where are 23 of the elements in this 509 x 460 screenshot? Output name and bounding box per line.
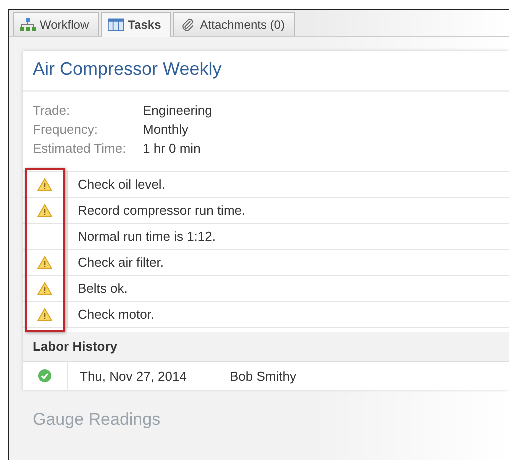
- task-text: Check oil level.: [77, 177, 166, 192]
- task-text: Belts ok.: [77, 281, 128, 296]
- detail-label: Trade:: [33, 102, 72, 120]
- detail-label: Frequency:: [33, 121, 100, 139]
- section-header: Labor History: [23, 332, 509, 362]
- task-text: Check air filter.: [77, 255, 164, 270]
- labor-name: Bob Smithy: [230, 368, 296, 384]
- detail-label: Estimated Time:: [33, 140, 128, 158]
- tab[interactable]: Workflow: [13, 12, 100, 36]
- detail-value: Monthly: [143, 121, 189, 139]
- section-header: Gauge Readings: [32, 409, 162, 430]
- labor-date: Thu, Nov 27, 2014: [79, 368, 188, 384]
- detail-value: 1 hr 0 min: [143, 140, 201, 158]
- tab[interactable]: Tasks: [101, 12, 172, 37]
- card-title: Air Compressor Weekly: [23, 51, 509, 92]
- hierarchy-icon: [20, 18, 36, 32]
- tab[interactable]: Attachments (0): [173, 12, 295, 36]
- detail-value: Engineering: [143, 102, 212, 120]
- task-text: Record compressor run time.: [77, 203, 246, 218]
- table-icon: [108, 18, 124, 32]
- task-text: Check motor.: [77, 307, 155, 322]
- task-text: Normal run time is 1:12.: [77, 229, 216, 244]
- paperclip-icon: [180, 18, 196, 32]
